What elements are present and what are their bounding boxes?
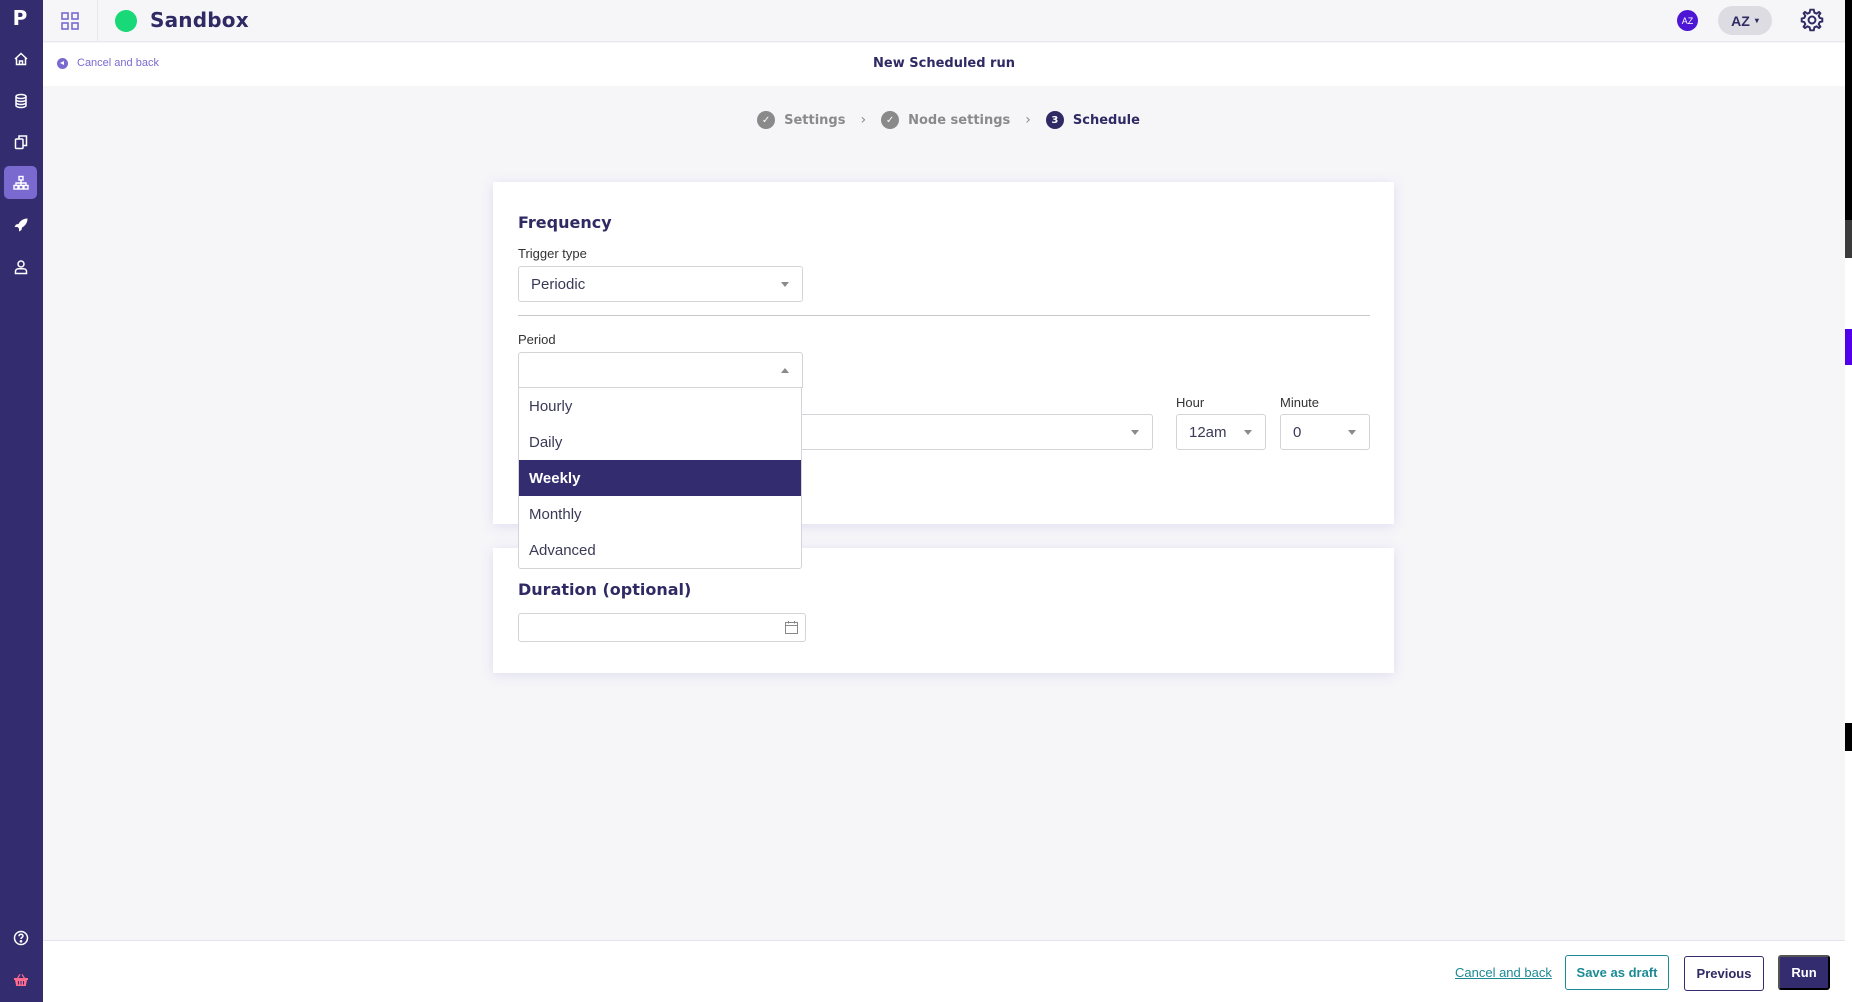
database-icon [14, 93, 27, 108]
sidebar: P [0, 0, 43, 1002]
divider [518, 315, 1370, 316]
sidebar-item-home[interactable] [4, 42, 37, 75]
trigger-type-value: Periodic [531, 275, 586, 293]
step-label: Schedule [1072, 112, 1140, 128]
edge-block [1845, 723, 1852, 751]
gear-icon [1800, 8, 1824, 32]
period-option-weekly[interactable]: Weekly [519, 460, 801, 496]
settings-button[interactable] [1799, 7, 1825, 33]
save-as-draft-button[interactable]: Save as draft [1565, 955, 1669, 990]
sidebar-item-help[interactable] [4, 921, 37, 954]
edge-tab[interactable] [1845, 329, 1852, 365]
help-icon [13, 930, 28, 945]
previous-button[interactable]: Previous [1684, 956, 1764, 991]
logo[interactable]: P [9, 6, 31, 30]
user-menu-label: AZ [1731, 12, 1750, 29]
sidebar-item-users[interactable] [4, 250, 37, 283]
sitemap-icon [12, 175, 29, 190]
caret-down-icon [1348, 430, 1356, 435]
caret-down-icon [1131, 430, 1139, 435]
minute-value: 0 [1293, 423, 1302, 441]
minute-select[interactable]: 0 [1280, 414, 1370, 450]
environment-status-dot [115, 10, 137, 32]
chevron-right-icon: › [860, 112, 867, 128]
check-circle-icon: ✓ [881, 111, 900, 129]
edge-block [1845, 220, 1852, 258]
home-icon [13, 51, 28, 65]
trigger-type-select[interactable]: Periodic [518, 266, 803, 302]
hour-label: Hour [1176, 395, 1205, 410]
rocket-icon [14, 218, 27, 231]
top-bar: Sandbox AZ AZ ▾ [43, 0, 1845, 42]
check-circle-icon: ✓ [757, 111, 776, 129]
footer-actions: Cancel and back Save as draft Previous R… [43, 940, 1845, 1002]
avatar[interactable]: AZ [1677, 10, 1698, 31]
period-option-daily[interactable]: Daily [519, 424, 801, 460]
basket-icon [13, 973, 28, 986]
page-title: New Scheduled run [873, 56, 1015, 71]
edge-block [1845, 0, 1852, 220]
trigger-type-label: Trigger type [518, 246, 587, 261]
duration-date-input[interactable] [518, 613, 806, 642]
run-button[interactable]: Run [1778, 955, 1830, 990]
minute-label: Minute [1280, 395, 1320, 410]
footer-cancel-link[interactable]: Cancel and back [1455, 965, 1552, 980]
app-switcher-button[interactable] [43, 0, 98, 42]
chevron-right-icon: › [1025, 112, 1031, 128]
hour-value: 12am [1189, 423, 1227, 441]
sidebar-item-pipelines[interactable] [4, 166, 37, 199]
calendar-icon[interactable] [784, 620, 799, 635]
step-label: Node settings [908, 112, 1011, 128]
page-header: Cancel and back New Scheduled run [43, 43, 1845, 86]
step-schedule[interactable]: 3 Schedule [1045, 111, 1140, 129]
environment-name: Sandbox [150, 8, 249, 32]
step-label: Settings [784, 112, 846, 128]
grid-icon [61, 12, 79, 30]
period-label: Period [518, 332, 556, 347]
caret-down-icon [1244, 430, 1252, 435]
period-option-monthly[interactable]: Monthly [519, 496, 801, 532]
step-settings[interactable]: ✓ Settings [757, 111, 845, 129]
user-icon [14, 259, 27, 274]
user-menu-button[interactable]: AZ ▾ [1718, 6, 1772, 35]
frequency-title: Frequency [518, 213, 612, 232]
wizard-stepper: ✓ Settings › ✓ Node settings › 3 Schedul… [0, 111, 1852, 129]
period-option-hourly[interactable]: Hourly [519, 388, 801, 424]
copy-icon [14, 134, 27, 149]
step-number-badge: 3 [1045, 111, 1064, 129]
sidebar-item-documents[interactable] [4, 125, 37, 158]
step-node-settings[interactable]: ✓ Node settings [881, 111, 1010, 129]
period-dropdown-menu: Hourly Daily Weekly Monthly Advanced [518, 388, 802, 569]
right-edge-panel [1845, 0, 1852, 1002]
caret-down-icon [781, 282, 789, 287]
hour-select[interactable]: 12am [1176, 414, 1266, 450]
period-option-advanced[interactable]: Advanced [519, 532, 801, 568]
duration-title: Duration (optional) [518, 580, 692, 599]
sidebar-item-deployments[interactable] [4, 208, 37, 241]
sidebar-item-marketplace[interactable] [4, 963, 37, 996]
period-select[interactable] [518, 352, 803, 388]
caret-up-icon [781, 368, 789, 373]
chevron-down-icon: ▾ [1754, 16, 1759, 25]
